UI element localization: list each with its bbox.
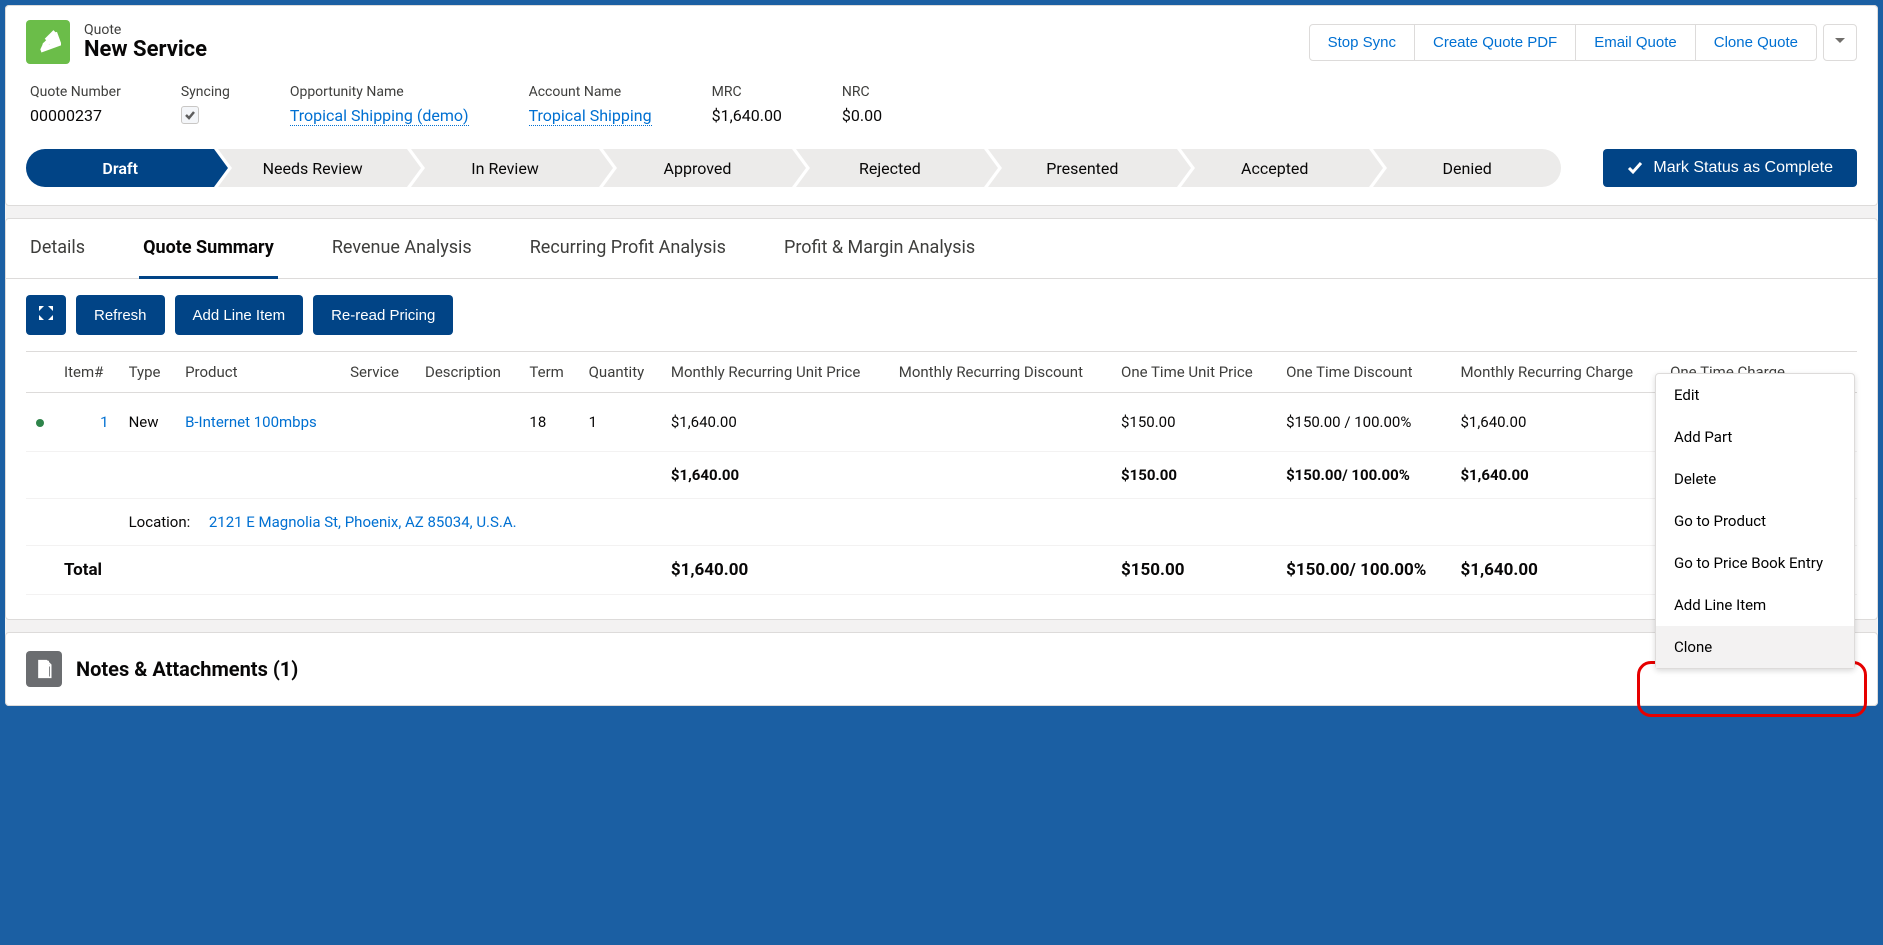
- total-label: Total: [54, 546, 175, 595]
- total-row: Total $1,640.00 $150.00 $150.00/ 100.00%…: [26, 546, 1857, 595]
- cell-mrd: [889, 393, 1111, 452]
- menu-go-pricebook[interactable]: Go to Price Book Entry: [1656, 542, 1854, 584]
- quote-icon: [26, 20, 70, 64]
- location-link[interactable]: 2121 E Magnolia St, Phoenix, AZ 85034, U…: [209, 513, 517, 531]
- tab-recurring-profit[interactable]: Recurring Profit Analysis: [526, 219, 730, 279]
- refresh-button[interactable]: Refresh: [76, 295, 165, 335]
- syncing-label: Syncing: [181, 84, 230, 100]
- nrc-value: $0.00: [842, 106, 882, 125]
- col-service: Service: [340, 352, 415, 393]
- path-stage-rejected[interactable]: Rejected: [796, 149, 984, 187]
- clone-quote-button[interactable]: Clone Quote: [1695, 24, 1817, 61]
- path-stage-approved[interactable]: Approved: [603, 149, 791, 187]
- mrc-label: MRC: [712, 84, 782, 100]
- stop-sync-button[interactable]: Stop Sync: [1309, 24, 1415, 61]
- subtotal-otd: $150.00/ 100.00%: [1276, 452, 1450, 499]
- status-dot-icon: [36, 419, 44, 427]
- account-label: Account Name: [529, 84, 652, 100]
- col-term: Term: [519, 352, 578, 393]
- row-actions-menu: Edit Add Part Delete Go to Product Go to…: [1655, 373, 1855, 669]
- path-stage-draft[interactable]: Draft: [26, 149, 214, 187]
- cell-type: New: [119, 393, 175, 452]
- menu-edit[interactable]: Edit: [1656, 374, 1854, 416]
- col-qty: Quantity: [579, 352, 661, 393]
- total-mrc: $1,640.00: [1450, 546, 1660, 595]
- path-stage-needs-review[interactable]: Needs Review: [218, 149, 406, 187]
- account-link[interactable]: Tropical Shipping: [529, 106, 652, 126]
- quote-number-value: 00000237: [30, 106, 121, 125]
- notes-icon: [26, 651, 62, 687]
- status-path: Draft Needs Review In Review Approved Re…: [26, 149, 1565, 187]
- add-line-item-button[interactable]: Add Line Item: [175, 295, 304, 335]
- tab-bar: Details Quote Summary Revenue Analysis R…: [6, 219, 1877, 279]
- total-otu: $150.00: [1111, 546, 1276, 595]
- path-stage-presented[interactable]: Presented: [988, 149, 1176, 187]
- mrc-value: $1,640.00: [712, 106, 782, 125]
- tab-quote-summary[interactable]: Quote Summary: [139, 219, 278, 279]
- cell-otd: $150.00 / 100.00%: [1276, 393, 1450, 452]
- page-title: New Service: [84, 38, 207, 62]
- col-otd: One Time Discount: [1276, 352, 1450, 393]
- menu-add-part[interactable]: Add Part: [1656, 416, 1854, 458]
- col-otu: One Time Unit Price: [1111, 352, 1276, 393]
- location-label: Location:: [129, 513, 191, 531]
- path-stage-in-review[interactable]: In Review: [411, 149, 599, 187]
- cell-description: [415, 393, 519, 452]
- object-label: Quote: [84, 22, 207, 38]
- tab-profit-margin[interactable]: Profit & Margin Analysis: [780, 219, 979, 279]
- header-more-button[interactable]: [1823, 24, 1857, 61]
- subtotal-otu: $150.00: [1111, 452, 1276, 499]
- notes-title[interactable]: Notes & Attachments (1): [76, 657, 298, 681]
- col-mrc: Monthly Recurring Charge: [1450, 352, 1660, 393]
- mark-status-complete-button[interactable]: Mark Status as Complete: [1603, 149, 1857, 187]
- product-link[interactable]: B-Internet 100mbps: [185, 413, 317, 431]
- cell-otu: $150.00: [1111, 393, 1276, 452]
- cell-service: [340, 393, 415, 452]
- email-quote-button[interactable]: Email Quote: [1575, 24, 1696, 61]
- highlight-annotation: [1637, 661, 1867, 717]
- syncing-checkbox: [181, 106, 199, 124]
- check-icon: [1627, 160, 1643, 176]
- total-mru: $1,640.00: [661, 546, 889, 595]
- subtotal-mrc: $1,640.00: [1450, 452, 1660, 499]
- col-status: [26, 352, 54, 393]
- menu-go-product[interactable]: Go to Product: [1656, 500, 1854, 542]
- col-type: Type: [119, 352, 175, 393]
- mark-complete-label: Mark Status as Complete: [1653, 159, 1833, 177]
- subtotal-row: $1,640.00 $150.00 $150.00/ 100.00% $1,64…: [26, 452, 1857, 499]
- subtotal-mru: $1,640.00: [661, 452, 889, 499]
- menu-add-line-item[interactable]: Add Line Item: [1656, 584, 1854, 626]
- cell-mrc: $1,640.00: [1450, 393, 1660, 452]
- cell-qty: 1: [579, 393, 661, 452]
- col-item: Item#: [54, 352, 119, 393]
- opportunity-label: Opportunity Name: [290, 84, 469, 100]
- col-product: Product: [175, 352, 340, 393]
- menu-delete[interactable]: Delete: [1656, 458, 1854, 500]
- reread-pricing-button[interactable]: Re-read Pricing: [313, 295, 453, 335]
- item-link[interactable]: 1: [100, 413, 108, 431]
- col-description: Description: [415, 352, 519, 393]
- path-stage-denied[interactable]: Denied: [1373, 149, 1561, 187]
- cell-mru: $1,640.00: [661, 393, 889, 452]
- total-otd: $150.00/ 100.00%: [1276, 546, 1450, 595]
- nrc-label: NRC: [842, 84, 882, 100]
- create-quote-pdf-button[interactable]: Create Quote PDF: [1414, 24, 1576, 61]
- tab-revenue-analysis[interactable]: Revenue Analysis: [328, 219, 476, 279]
- opportunity-link[interactable]: Tropical Shipping (demo): [290, 106, 469, 126]
- cell-term: 18: [519, 393, 578, 452]
- path-stage-accepted[interactable]: Accepted: [1181, 149, 1369, 187]
- quote-number-label: Quote Number: [30, 84, 121, 100]
- tab-details[interactable]: Details: [26, 219, 89, 279]
- table-row: 1 New B-Internet 100mbps 18 1 $1,640.00 …: [26, 393, 1857, 452]
- menu-clone[interactable]: Clone: [1656, 626, 1854, 668]
- header-actions: Stop Sync Create Quote PDF Email Quote C…: [1309, 24, 1857, 61]
- chevron-down-icon: [1834, 35, 1846, 47]
- col-mru: Monthly Recurring Unit Price: [661, 352, 889, 393]
- line-items-table: Item# Type Product Service Description T…: [26, 351, 1857, 595]
- col-mrd: Monthly Recurring Discount: [889, 352, 1111, 393]
- location-row: Location: 2121 E Magnolia St, Phoenix, A…: [26, 499, 1857, 546]
- expand-button[interactable]: [26, 295, 66, 335]
- expand-icon: [38, 305, 54, 321]
